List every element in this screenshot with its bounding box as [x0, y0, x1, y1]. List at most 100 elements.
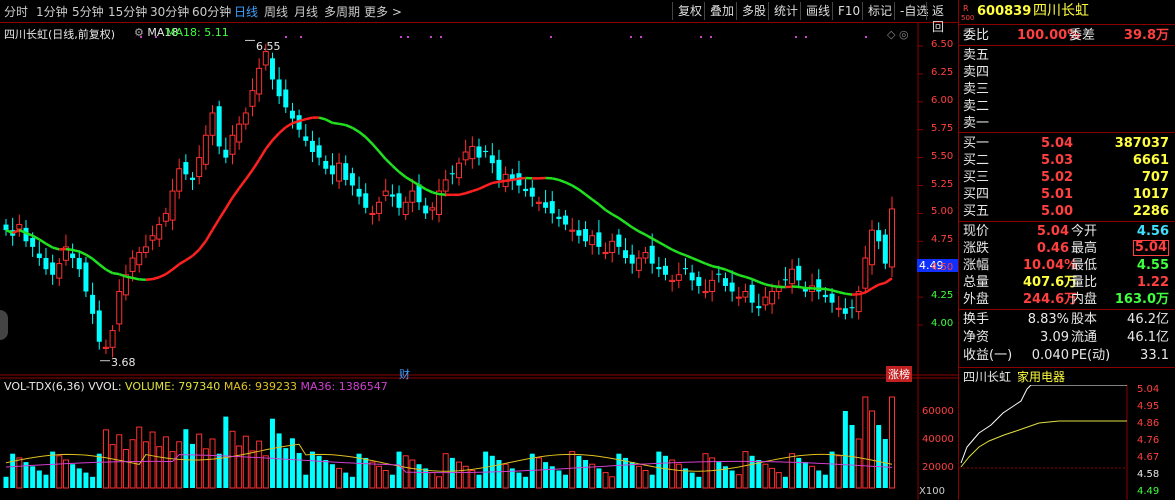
bid-row: 买三 5.02 707 — [963, 169, 1173, 186]
stat-label: 换手 — [963, 312, 990, 327]
stat-value: 0.040 — [1031, 348, 1069, 363]
low-price-marker: 3.68 — [111, 356, 136, 369]
period-tab[interactable]: 多周期 — [324, 3, 360, 20]
bid-label: 买二 — [963, 153, 990, 168]
period-tab[interactable]: 更多 > — [364, 3, 402, 20]
stat-value: 1.22 — [1136, 275, 1169, 290]
mini-axis-tick: 4.86 — [1137, 418, 1159, 429]
mini-axis-tick: 4.49 — [1137, 486, 1159, 497]
price-axis-tick: 5.25 — [931, 178, 954, 190]
high-price-marker: 6.55 — [256, 40, 281, 53]
ask-label: 卖二 — [963, 99, 990, 114]
mini-name: 四川长虹 — [963, 370, 1012, 384]
volume-axis-tick: 60000 — [922, 406, 954, 417]
stat-label: 量比 — [1071, 275, 1098, 290]
bid-label: 买一 — [963, 136, 990, 151]
toolbar-button[interactable]: 返回 — [926, 2, 958, 34]
stat-value: 0.46 — [1036, 241, 1069, 256]
bid-label: 买三 — [963, 170, 990, 185]
toolbar-button[interactable]: 复权 — [672, 2, 707, 20]
stat-label: 流通 — [1071, 330, 1098, 345]
bid-label: 买四 — [963, 187, 990, 202]
period-tab[interactable]: 1分钟 — [36, 3, 68, 20]
price-axis-tick: 6.50 — [931, 39, 954, 50]
stat-row: 涨跌 0.46 最高 5.04 — [963, 240, 1173, 257]
vol-title: VOL-TDX(6,36) — [4, 380, 85, 393]
price-axis-tick: 5.50 — [931, 150, 954, 162]
price-axis-tick: 4.75 — [931, 234, 954, 246]
chart-settings-icon[interactable]: ◇ ◎ — [887, 28, 909, 41]
ask-row: 卖五 — [963, 47, 1173, 64]
mini-sector[interactable]: 家用电器 — [1017, 369, 1065, 386]
mini-axis-tick: 4.95 — [1137, 401, 1159, 412]
vol-indicator-header: VOL-TDX(6,36) VVOL: VOLUME: 797340 MA6: … — [4, 380, 388, 393]
stat-label: 最高 — [1071, 241, 1098, 256]
ma-gear-icon[interactable]: ⚙ — [134, 26, 144, 39]
kline-chart[interactable] — [0, 22, 958, 500]
bid-volume: 6661 — [1132, 153, 1169, 168]
stat-label: 最低 — [1071, 258, 1098, 273]
mini-axis-tick: 4.67 — [1137, 452, 1159, 463]
ask-row: 卖二 — [963, 98, 1173, 115]
stat-label: 股本 — [1071, 312, 1098, 327]
event-zhangbang-icon[interactable]: 涨榜 — [886, 366, 912, 382]
stat-row: 现价 5.04 今开 4.56 — [963, 223, 1173, 240]
stat-label: PE(动) — [1071, 348, 1111, 363]
period-tab[interactable]: 60分钟 — [192, 3, 231, 20]
mini-axis-tick: 5.04 — [1137, 385, 1159, 395]
chart-title: 四川长虹(日线,前复权) — [4, 28, 116, 41]
collapse-handle[interactable] — [0, 310, 8, 340]
vol-volume: VOLUME: 797340 — [125, 380, 221, 393]
quote-panel: R 500 600839 四川长虹 委比 100.00% 委差 39.8万 卖五… — [958, 0, 1175, 500]
period-tab[interactable]: 5分钟 — [72, 3, 104, 20]
toolbar-button[interactable]: 画线 — [800, 2, 835, 20]
vol-ma6: MA6: 939233 — [223, 380, 298, 393]
stat-label: 总量 — [963, 275, 990, 290]
stat-row: 总量 407.6万 量比 1.22 — [963, 274, 1173, 291]
stat-value: 3.09 — [1040, 330, 1069, 345]
toolbar-button[interactable]: 标记 — [862, 2, 897, 20]
mini-axis-tick: 4.58 — [1137, 469, 1159, 480]
bid-row: 买二 5.03 6661 — [963, 152, 1173, 169]
stat-row: 外盘 244.6万 内盘 163.0万 — [963, 291, 1173, 308]
bid-row: 买四 5.01 1017 — [963, 186, 1173, 203]
event-caibao-icon[interactable]: 财 — [399, 366, 410, 382]
stat-label: 外盘 — [963, 292, 990, 307]
stat-row: 净资 3.09 流通 46.1亿 — [963, 329, 1173, 346]
volume-axis-tick: 40000 — [922, 434, 954, 445]
weibi-row: 委比 100.00% 委差 39.8万 — [963, 28, 1169, 43]
stat-value: 4.56 — [1136, 224, 1169, 239]
stat-label: 今开 — [1071, 224, 1098, 239]
period-tab[interactable]: 月线 — [294, 3, 318, 20]
period-tab[interactable]: 日线 — [234, 3, 258, 20]
stat-value: 10.04% — [1023, 258, 1078, 273]
stat-value: 33.1 — [1140, 348, 1169, 363]
stat-row: 涨幅 10.04% 最低 4.55 — [963, 257, 1173, 274]
stat-label: 内盘 — [1071, 292, 1098, 307]
bid-price: 5.03 — [1041, 153, 1074, 168]
bid-price: 5.00 — [1041, 204, 1074, 219]
vol-ma36: MA36: 1386547 — [300, 380, 388, 393]
stat-label: 涨跌 — [963, 241, 990, 256]
bid-price: 5.02 — [1041, 170, 1074, 185]
period-tab[interactable]: 周线 — [264, 3, 288, 20]
ask-row: 卖四 — [963, 64, 1173, 81]
toolbar-button[interactable]: 多股 — [736, 2, 771, 20]
bid-volume: 707 — [1141, 170, 1169, 185]
bid-volume: 387037 — [1114, 136, 1169, 151]
ask-label: 卖三 — [963, 82, 990, 97]
stat-label: 收益(一) — [963, 348, 1013, 363]
period-tab[interactable]: 15分钟 — [108, 3, 147, 20]
mini-intraday-chart: 5.04 4.95 4.86 4.76 4.67 4.58 4.49 — [959, 385, 1159, 500]
stat-value: 244.6万 — [1023, 292, 1078, 307]
stat-value: 5.04 — [1036, 224, 1069, 239]
stat-value: 46.2亿 — [1127, 312, 1169, 327]
price-axis-tick: 4.25 — [931, 290, 954, 302]
ask-row: 卖三 — [963, 81, 1173, 98]
period-tab[interactable]: 分时 — [4, 3, 28, 20]
period-tab[interactable]: 30分钟 — [150, 3, 189, 20]
toolbar-button[interactable]: F10 — [832, 2, 865, 20]
toolbar-button[interactable]: 叠加 — [704, 2, 739, 20]
toolbar-button[interactable]: 统计 — [768, 2, 803, 20]
price-axis-tick: 4.00 — [931, 318, 954, 329]
